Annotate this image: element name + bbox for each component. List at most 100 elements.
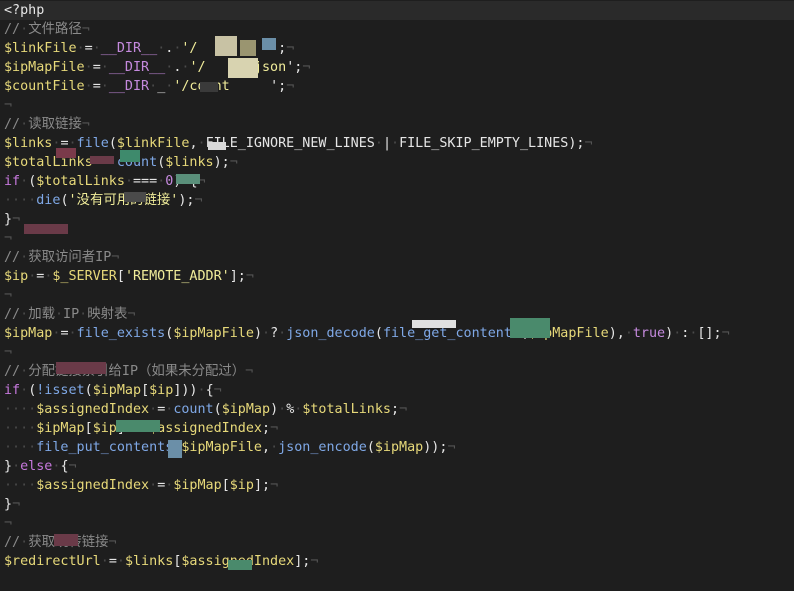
code-token-var: $ip (92, 421, 117, 436)
code-token-ws: · (20, 22, 29, 37)
code-token-eol: ¬ (447, 440, 456, 455)
code-token-ws: ···· (4, 421, 37, 436)
code-token-op: ( (374, 326, 383, 341)
code-token-op: '; (286, 60, 303, 75)
code-token-op: ]; (253, 478, 271, 493)
code-token-ws: · (20, 174, 29, 189)
code-token-eol: ¬ (584, 136, 593, 151)
code-token-comment: // (4, 364, 21, 379)
code-token-var: $totalLinks (302, 402, 391, 417)
code-line[interactable]: <?php (0, 1, 794, 20)
code-token-var: $ipMapFile (173, 326, 254, 341)
code-token-op: ; (391, 402, 400, 417)
code-token-op: ]; (294, 554, 311, 569)
code-token-op: { (205, 383, 214, 398)
code-token-ws: · (20, 383, 29, 398)
code-token-op: '; (270, 79, 287, 94)
code-line[interactable]: //·读取链接¬ (0, 115, 794, 134)
code-line[interactable]: ····$assignedIndex·=·count($ipMap)·%·$to… (0, 400, 794, 419)
code-token-var: $countFile (4, 79, 85, 94)
code-token-op: )); (423, 440, 448, 455)
code-line[interactable]: //·获取跳转链接¬ (0, 533, 794, 552)
code-token-op: , (189, 136, 198, 151)
code-token-eol: ¬ (4, 516, 13, 531)
code-token-op: ) (270, 402, 279, 417)
code-line[interactable]: $ip·=·$_SERVER['REMOTE_ADDR'];¬ (0, 267, 794, 286)
code-token-ws: · (624, 326, 633, 341)
code-token-var: $ipMap (221, 402, 271, 417)
code-line[interactable]: ····file_put_contents ($ipMapFile,·json_e… (0, 438, 794, 457)
code-token-comment: IP (63, 307, 80, 322)
code-line[interactable]: //·文件路径¬ (0, 20, 794, 39)
redaction-block (120, 150, 140, 162)
code-line[interactable]: if·(!isset($ipMap[$ip]))·{¬ (0, 381, 794, 400)
code-line[interactable]: //·分配链接索引给IP（如果未分配过）¬ (0, 362, 794, 381)
code-line[interactable]: ¬ (0, 229, 794, 248)
code-editor[interactable]: <?php//·文件路径¬$linkFile·=·__DIR__·.·'/ . … (0, 0, 794, 591)
code-token-comment: // (4, 250, 21, 265)
code-line[interactable]: //·获取访问者IP¬ (0, 248, 794, 267)
code-token-var: $links (4, 136, 53, 151)
redaction-block (54, 534, 78, 546)
code-token-text: FILE_SKIP_EMPTY_LINES (399, 136, 569, 151)
code-token-ws: · (270, 440, 279, 455)
code-line[interactable]: $ipMap·=·file_exists($ipMapFile)·?·json_… (0, 324, 794, 343)
redaction-block (56, 362, 106, 374)
code-line[interactable]: ¬ (0, 343, 794, 362)
code-token-op: = (92, 79, 101, 94)
code-line[interactable]: $linkFile·=·__DIR__·.·'/ . ';¬ (0, 39, 794, 58)
code-token-eol: ¬ (245, 269, 254, 284)
code-token-ws: · (84, 79, 93, 94)
code-line[interactable]: if·($totalLinks·===·0)·{¬ (0, 172, 794, 191)
code-line[interactable]: ····$assignedIndex·=·$ipMap[$ip];¬ (0, 476, 794, 495)
code-token-comment: 获取访问者IP (28, 250, 112, 265)
code-token-func: count (173, 402, 214, 417)
code-token-ws: · (20, 535, 29, 550)
code-token-var: $assignedIndex (36, 478, 150, 493)
code-token-var: $ipMap (36, 421, 85, 436)
code-token-eol: ¬ (194, 193, 203, 208)
code-token-ws: · (12, 459, 21, 474)
code-token-eol: ¬ (108, 535, 117, 550)
code-token-var: $_SERVER (52, 269, 117, 284)
code-token-const: __DIR__ (108, 60, 166, 75)
code-token-op: ])) (173, 383, 198, 398)
code-token-const: __DIR (108, 79, 150, 94)
redaction-block (240, 40, 256, 56)
code-token-comment: 文件路径 (28, 22, 82, 37)
code-line[interactable]: $ipMapFile·=·__DIR__·.·'/ json';¬ (0, 58, 794, 77)
code-token-eol: ¬ (229, 155, 238, 170)
code-token-var: $linkFile (116, 136, 190, 151)
code-token-ws: · (262, 326, 271, 341)
code-line[interactable]: ¬ (0, 514, 794, 533)
code-line[interactable]: }·else·{¬ (0, 457, 794, 476)
redaction-block (124, 192, 146, 202)
code-line[interactable]: }¬ (0, 495, 794, 514)
code-token-var: $assignedIndex (149, 421, 262, 436)
code-token-eol: ¬ (270, 421, 279, 436)
code-token-var: $ip (149, 383, 174, 398)
code-token-comment: // (4, 535, 21, 550)
code-token-ws: · (100, 554, 109, 569)
code-token-ws: · (76, 41, 85, 56)
code-token-op: = (92, 60, 101, 75)
code-line[interactable]: ····die('没有可用的链接');¬ (0, 191, 794, 210)
redaction-block (168, 440, 182, 458)
code-token-op: } (4, 497, 13, 512)
code-line[interactable]: ¬ (0, 96, 794, 115)
code-line[interactable]: }¬ (0, 210, 794, 229)
code-token-eol: ¬ (111, 250, 120, 265)
code-token-string: 'REMOTE_ADDR' (124, 269, 230, 284)
redaction-block (90, 156, 114, 164)
code-token-var: $assignedIndex (36, 402, 150, 417)
code-line[interactable]: $countFile·=·__DIR·_·'/count ';¬ (0, 77, 794, 96)
code-line[interactable]: $redirectUrl·=·$links[$assignedIndex];¬ (0, 552, 794, 571)
code-line[interactable]: //·加载·IP·映射表¬ (0, 305, 794, 324)
code-token-eol: ¬ (68, 459, 77, 474)
code-token-comment: 映射表 (87, 307, 128, 322)
code-token-func: file_get_contents (382, 326, 520, 341)
code-token-text: FILE_IGNORE_NEW_LINES (205, 136, 375, 151)
code-line[interactable]: ¬ (0, 286, 794, 305)
code-token-eol: ¬ (4, 98, 13, 113)
code-token-ws: · (79, 307, 88, 322)
